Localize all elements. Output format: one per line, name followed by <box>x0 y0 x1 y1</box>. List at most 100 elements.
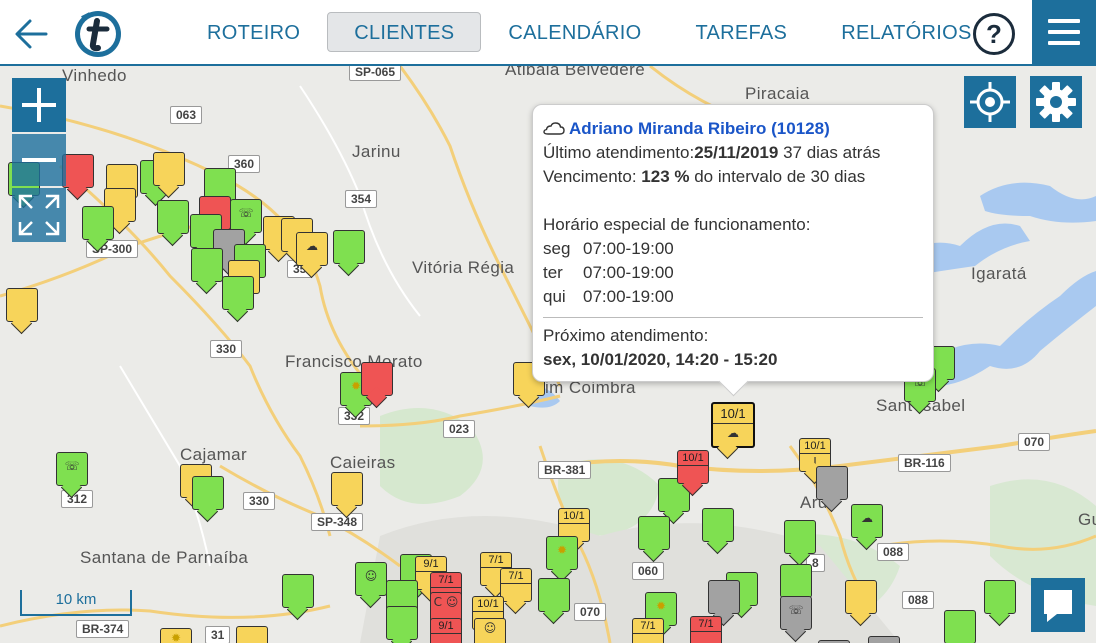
sun-icon: ✹ <box>170 631 182 643</box>
client-marker[interactable] <box>333 230 365 264</box>
tab-tarefas[interactable]: TAREFAS <box>668 12 814 52</box>
hamburger-menu-icon[interactable] <box>1032 0 1096 64</box>
road-shield: SP-065 <box>349 66 402 81</box>
selected-client-marker[interactable]: 10/1 ☁ <box>711 402 755 448</box>
chat-bubble-icon[interactable] <box>1031 578 1085 632</box>
main-nav: ROTEIRO CLIENTES CALENDÁRIO TAREFAS RELA… <box>180 12 999 54</box>
place-label: Vitória Régia <box>412 258 515 277</box>
client-marker[interactable] <box>708 580 740 614</box>
client-marker[interactable] <box>236 626 268 643</box>
client-marker[interactable] <box>638 516 670 550</box>
client-marker[interactable] <box>868 636 900 643</box>
special-hours-title: Horário especial de funcionamento: <box>543 215 811 234</box>
phone-icon: ☏ <box>788 603 804 617</box>
client-marker[interactable] <box>222 276 254 310</box>
client-marker[interactable]: 9/1 <box>430 618 462 643</box>
client-marker[interactable] <box>153 152 185 186</box>
client-marker[interactable]: 7/1 <box>690 616 722 643</box>
smile-icon: ☺ <box>483 621 497 635</box>
client-marker[interactable]: ☏ <box>780 596 812 630</box>
client-marker[interactable] <box>157 200 189 234</box>
tab-clientes[interactable]: CLIENTES <box>327 12 482 52</box>
client-marker[interactable] <box>816 466 848 500</box>
tab-relatorios[interactable]: RELATÓRIOS <box>814 12 998 52</box>
client-marker[interactable] <box>386 606 418 640</box>
client-marker[interactable]: ☁ <box>296 232 328 266</box>
place-label: Cajamar <box>180 445 248 464</box>
hours-row: ter 07:00-19:00 <box>543 263 674 282</box>
road-shield: 070 <box>574 603 607 621</box>
fullscreen-icon[interactable] <box>12 188 66 242</box>
road-shield: BR-116 <box>898 454 951 472</box>
road-shield: SP-348 <box>311 513 364 531</box>
map-canvas[interactable]: Vinhedo Atibaia Belvedere Piracaia Jarin… <box>0 66 1096 643</box>
client-marker[interactable]: ☁ <box>851 504 883 538</box>
client-marker[interactable] <box>702 508 734 542</box>
client-name-link[interactable]: Adriano Miranda Ribeiro (10128) <box>569 119 830 138</box>
sun-icon: ✹ <box>655 599 667 613</box>
road-shield: 330 <box>210 340 243 358</box>
client-marker[interactable]: 7/1 <box>632 618 664 643</box>
client-marker[interactable] <box>984 580 1016 614</box>
next-visit-value: sex, 10/01/2020, 14:20 - 15:20 <box>543 350 778 369</box>
road-shield: BR-374 <box>76 620 130 638</box>
sun-icon: ✹ <box>556 543 568 557</box>
settings-gear-icon[interactable] <box>1030 76 1082 128</box>
client-marker[interactable] <box>282 574 314 608</box>
road-shield: 070 <box>1018 433 1051 451</box>
back-arrow-icon[interactable] <box>12 14 52 54</box>
client-marker[interactable] <box>6 288 38 322</box>
client-marker[interactable]: ☏ <box>56 452 88 486</box>
client-marker[interactable] <box>82 206 114 240</box>
road-shield: 088 <box>877 543 910 561</box>
app-logo <box>72 8 124 60</box>
due-row: Vencimento: 123 % do intervalo de 30 dia… <box>543 167 866 186</box>
client-marker[interactable] <box>192 476 224 510</box>
client-marker[interactable] <box>845 580 877 614</box>
next-visit-label: Próximo atendimento: <box>543 326 709 345</box>
top-bar: ROTEIRO CLIENTES CALENDÁRIO TAREFAS RELA… <box>0 0 1096 66</box>
zoom-in-button[interactable] <box>12 78 66 132</box>
phone-icon: ☏ <box>238 206 254 220</box>
client-info-popup: Adriano Miranda Ribeiro (10128) Último a… <box>532 104 934 382</box>
client-marker[interactable] <box>538 578 570 612</box>
place-label: Caieiras <box>330 453 396 472</box>
client-marker[interactable]: ☏ <box>230 199 262 233</box>
client-marker[interactable]: ✹ <box>160 628 192 643</box>
smile-icon: ☺ <box>364 569 378 583</box>
client-marker[interactable] <box>780 564 812 598</box>
divider <box>543 317 923 318</box>
client-marker[interactable]: ✹ <box>546 536 578 570</box>
hours-row: qui 07:00-19:00 <box>543 287 674 306</box>
client-marker[interactable]: 7/1 <box>500 568 532 602</box>
map-scale: 10 km <box>20 590 132 616</box>
client-marker[interactable]: 10/1 <box>677 450 709 484</box>
tab-roteiro[interactable]: ROTEIRO <box>180 12 327 52</box>
road-shield: 060 <box>632 562 665 580</box>
place-label: Atibaia Belvedere <box>505 66 646 79</box>
road-shield: 330 <box>243 492 276 510</box>
client-marker[interactable]: ☺ <box>474 618 506 643</box>
last-visit-row: Último atendimento:25/11/2019 37 dias at… <box>543 143 881 162</box>
place-label: Gu <box>1078 510 1096 529</box>
client-marker[interactable]: ☺ <box>355 562 387 596</box>
phone-icon: ☏ <box>64 459 80 473</box>
client-marker[interactable] <box>944 610 976 643</box>
cloud-icon: ☁ <box>306 239 318 253</box>
locate-me-icon[interactable] <box>964 76 1016 128</box>
client-marker[interactable] <box>331 472 363 506</box>
client-marker[interactable] <box>191 248 223 282</box>
cloud-icon: ☁ <box>727 426 739 440</box>
client-marker[interactable] <box>361 362 393 396</box>
tab-calendario[interactable]: CALENDÁRIO <box>481 12 668 52</box>
help-button[interactable]: ? <box>973 13 1015 55</box>
zoom-out-button[interactable] <box>12 134 66 186</box>
place-label: Jarinu <box>352 142 401 161</box>
cloud-icon: ☁ <box>861 511 873 525</box>
place-label: Vinhedo <box>62 66 127 85</box>
road-shield: 023 <box>443 420 476 438</box>
client-marker[interactable] <box>62 154 94 188</box>
road-shield: BR-381 <box>538 461 592 479</box>
place-label: Piracaia <box>745 84 810 103</box>
client-marker[interactable] <box>784 520 816 554</box>
